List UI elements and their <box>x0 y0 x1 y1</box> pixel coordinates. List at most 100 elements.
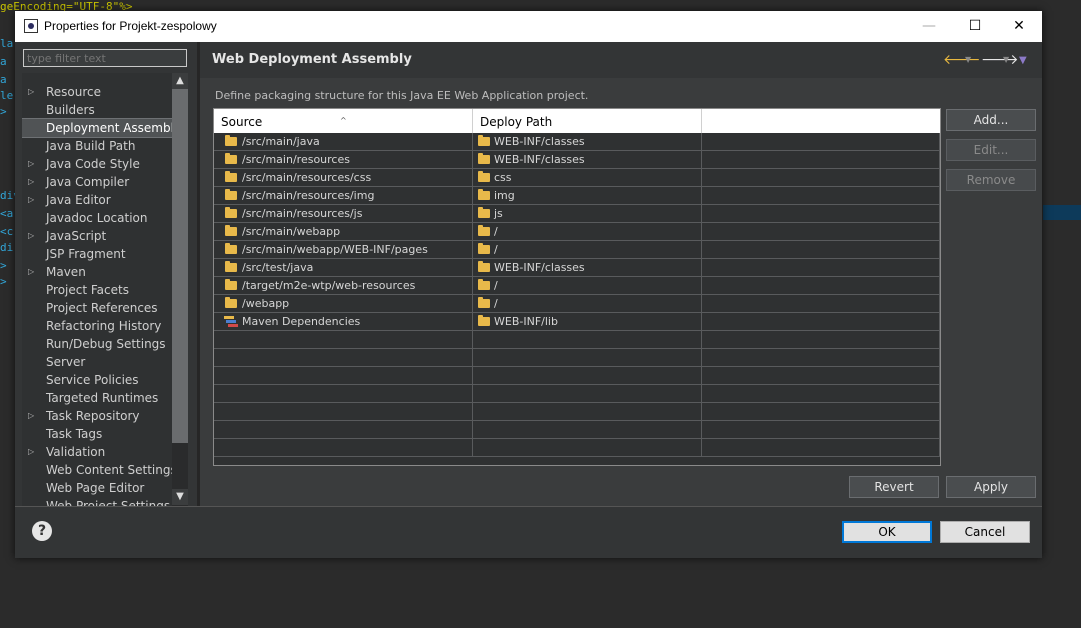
tree-scrollbar-thumb[interactable] <box>172 89 188 443</box>
tree-item-label: Java Build Path <box>46 139 136 153</box>
tree-item-label: Builders <box>46 103 95 117</box>
minimize-button[interactable]: — <box>906 11 952 42</box>
extra-cell <box>702 367 940 385</box>
tree-item[interactable]: Task Tags <box>22 425 172 443</box>
tree-item[interactable]: Targeted Runtimes <box>22 389 172 407</box>
table-row-empty <box>214 385 940 403</box>
tree-item[interactable]: ▷ JavaScript <box>22 227 172 245</box>
tree-item[interactable]: Refactoring History <box>22 317 172 335</box>
tree-item[interactable]: ▷ Java Editor <box>22 191 172 209</box>
filter-input[interactable] <box>23 49 187 67</box>
expand-arrow-icon[interactable]: ▷ <box>28 263 34 281</box>
tree-item[interactable]: Deployment Assembly <box>22 118 181 138</box>
back-arrow-icon[interactable]: 🡐 <box>943 51 981 68</box>
table-row[interactable]: /src/main/resources/js js <box>214 205 940 223</box>
view-menu-icon[interactable]: ▼ <box>1019 55 1027 66</box>
source-text: /src/main/resources <box>242 153 350 166</box>
tree-item[interactable]: Java Build Path <box>22 137 172 155</box>
tree-item[interactable]: Web Content Settings <box>22 461 177 479</box>
tree-item[interactable]: ▷ Resource <box>22 83 172 101</box>
scroll-down-icon[interactable]: ▼ <box>172 489 188 505</box>
deploy-path-text: img <box>494 189 515 202</box>
tree-item[interactable]: Run/Debug Settings <box>22 335 172 353</box>
source-text: /target/m2e-wtp/web-resources <box>242 279 416 292</box>
apply-button[interactable]: Apply <box>946 476 1036 498</box>
back-dropdown-icon[interactable]: ▼ <box>965 55 971 64</box>
table-row[interactable]: /src/main/resources/css css <box>214 169 940 187</box>
tree-item[interactable]: ▷ Validation <box>22 443 172 461</box>
extra-cell <box>702 169 940 187</box>
extra-cell <box>702 403 940 421</box>
tree-item[interactable]: ▷ Java Code Style <box>22 155 172 173</box>
deploy-path-text: js <box>494 207 503 220</box>
table-row[interactable]: /src/main/webapp/WEB-INF/pages / <box>214 241 940 259</box>
source-cell: /target/m2e-wtp/web-resources <box>214 277 473 295</box>
table-row[interactable]: /src/main/resources/img img <box>214 187 940 205</box>
column-header-source[interactable]: Source ^ <box>214 109 473 133</box>
forward-dropdown-icon[interactable]: ▼ <box>1003 55 1009 64</box>
source-cell <box>214 421 473 439</box>
maximize-button[interactable]: ☐ <box>952 11 998 42</box>
tree-item-label: Maven <box>46 265 86 279</box>
cancel-button[interactable]: Cancel <box>940 521 1030 543</box>
deploy-path-text: WEB-INF/classes <box>494 135 585 148</box>
tree-item-label: Project Facets <box>46 283 129 297</box>
background-code-line: <c <box>0 225 14 238</box>
tree-item[interactable]: Project Facets <box>22 281 172 299</box>
scroll-up-icon[interactable]: ▲ <box>172 73 188 89</box>
expand-arrow-icon[interactable]: ▷ <box>28 155 34 173</box>
source-text: /src/main/java <box>242 135 320 148</box>
table-row-empty <box>214 367 940 385</box>
extra-cell <box>702 187 940 205</box>
deploy-path-text: WEB-INF/classes <box>494 153 585 166</box>
table-row[interactable]: /target/m2e-wtp/web-resources / <box>214 277 940 295</box>
table-row[interactable]: /src/test/java WEB-INF/classes <box>214 259 940 277</box>
expand-arrow-icon[interactable]: ▷ <box>28 227 34 245</box>
remove-button[interactable]: Remove <box>946 169 1036 191</box>
source-text: /src/main/resources/js <box>242 207 363 220</box>
source-text: /src/main/webapp <box>242 225 341 238</box>
tree-item[interactable]: Builders <box>22 101 172 119</box>
extra-cell <box>702 151 940 169</box>
table-row[interactable]: /src/main/webapp / <box>214 223 940 241</box>
expand-arrow-icon[interactable]: ▷ <box>28 173 34 191</box>
extra-cell <box>702 349 940 367</box>
tree-item[interactable]: Project References <box>22 299 172 317</box>
help-icon[interactable]: ? <box>32 521 52 541</box>
folder-icon <box>478 135 490 146</box>
extra-cell <box>702 385 940 403</box>
expand-arrow-icon[interactable]: ▷ <box>28 83 34 101</box>
background-code-line: a <box>0 55 7 68</box>
add-button[interactable]: Add... <box>946 109 1036 131</box>
deploy-path-cell: / <box>473 277 702 295</box>
tree-item[interactable]: Web Page Editor <box>22 479 172 497</box>
ok-button[interactable]: OK <box>842 521 932 543</box>
table-row[interactable]: /src/main/java WEB-INF/classes <box>214 133 940 151</box>
table-row[interactable]: Maven Dependencies WEB-INF/lib <box>214 313 940 331</box>
tree-item[interactable]: JSP Fragment <box>22 245 172 263</box>
column-header-deploy-path[interactable]: Deploy Path <box>473 109 702 133</box>
folder-icon <box>478 225 490 236</box>
tree-item[interactable]: ▷ Task Repository <box>22 407 172 425</box>
source-cell <box>214 439 473 457</box>
close-button[interactable]: ✕ <box>996 11 1042 42</box>
background-code-line: > <box>0 275 7 288</box>
dialog-titlebar[interactable]: Properties for Projekt-zespolowy — ☐ ✕ <box>15 11 1042 42</box>
tree-item[interactable]: Service Policies <box>22 371 172 389</box>
revert-button[interactable]: Revert <box>849 476 939 498</box>
folder-icon <box>478 171 490 182</box>
background-code-line: > <box>0 259 7 272</box>
forward-arrow-icon[interactable]: 🡒 <box>981 51 1019 68</box>
tree-item[interactable]: ▷ Maven <box>22 263 172 281</box>
expand-arrow-icon[interactable]: ▷ <box>28 407 34 425</box>
table-row[interactable]: /src/main/resources WEB-INF/classes <box>214 151 940 169</box>
tree-item[interactable]: Server <box>22 353 172 371</box>
column-header-empty <box>702 109 940 133</box>
tree-item[interactable]: ▷ Java Compiler <box>22 173 172 191</box>
table-row[interactable]: /webapp / <box>214 295 940 313</box>
tree-item[interactable]: Javadoc Location <box>22 209 172 227</box>
folder-icon <box>225 171 237 182</box>
expand-arrow-icon[interactable]: ▷ <box>28 443 34 461</box>
edit-button[interactable]: Edit... <box>946 139 1036 161</box>
expand-arrow-icon[interactable]: ▷ <box>28 191 34 209</box>
